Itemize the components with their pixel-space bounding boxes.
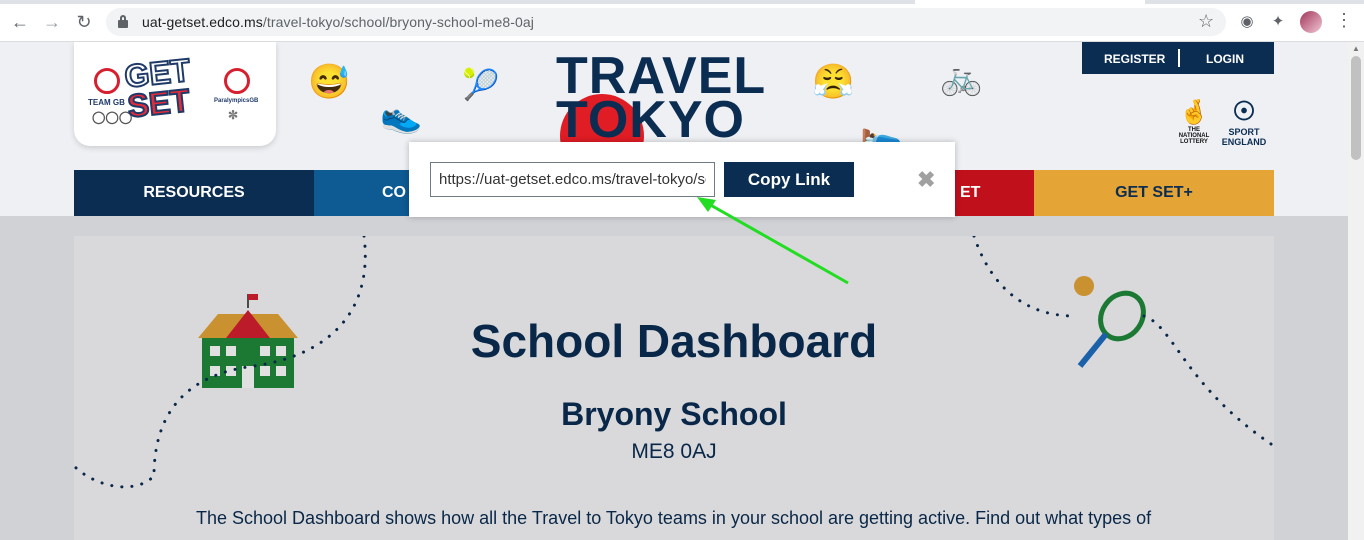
auth-divider: [1178, 49, 1180, 67]
camera-icon[interactable]: ◉: [1237, 12, 1257, 30]
share-link-input[interactable]: [430, 162, 715, 197]
lock-icon[interactable]: [118, 15, 128, 28]
address-text[interactable]: uat-getset.edco.ms/travel-tokyo/school/b…: [142, 14, 534, 30]
nav-item-get-set-plus[interactable]: GET SET+: [1034, 170, 1274, 216]
nav-item-resources[interactable]: RESOURCES: [74, 170, 314, 216]
olympic-rings-icon: ◯◯◯: [92, 110, 133, 124]
active-tab-edge: [915, 0, 1145, 4]
sport-england-label: SPORT ENGLAND: [1221, 127, 1267, 147]
team-gb-lion-icon: [94, 68, 120, 94]
back-icon[interactable]: ←: [10, 12, 30, 32]
menu-kebab-icon[interactable]: ⋮: [1335, 10, 1353, 31]
trainers-icon: 👟: [380, 97, 423, 135]
national-lottery-label: THE NATIONAL LOTTERY: [1178, 127, 1210, 145]
reload-icon[interactable]: ↻: [74, 12, 94, 32]
set-word: SET: [125, 81, 193, 125]
copy-link-button[interactable]: Copy Link: [724, 162, 854, 197]
sport-england-emblem-icon: ☉: [1232, 96, 1256, 126]
paralympics-lion-icon: [224, 68, 250, 94]
extensions-icon[interactable]: ✦: [1268, 12, 1288, 30]
agitos-icon: ✼: [228, 108, 239, 122]
login-link[interactable]: LOGIN: [1206, 52, 1244, 66]
register-link[interactable]: REGISTER: [1104, 52, 1165, 66]
puffing-emoji-icon: 😤: [812, 63, 855, 101]
page-viewport: TEAM GB ◯◯◯ GET SET ParalympicsGB ✼ 😅 👟 🎾…: [0, 42, 1364, 540]
paralympics-gb-label: ParalympicsGB: [214, 98, 259, 104]
forward-icon[interactable]: →: [42, 12, 62, 32]
sweating-emoji-icon: 😅: [308, 63, 351, 101]
tokyo-word: TOKYO: [556, 91, 745, 149]
sport-england-logo: ☉ SPORT ENGLAND: [1218, 96, 1270, 147]
browser-toolbar: ← → ↻ uat-getset.edco.ms/travel-tokyo/sc…: [0, 0, 1364, 42]
address-bar[interactable]: uat-getset.edco.ms/travel-tokyo/school/b…: [106, 8, 1226, 36]
page-scrollbar[interactable]: ▲: [1348, 42, 1364, 540]
national-lottery-logo: 🤞 THE NATIONAL LOTTERY: [1174, 98, 1214, 145]
team-gb-label: TEAM GB: [88, 98, 125, 107]
bicycle-icon: 🚲: [940, 59, 983, 97]
scrollbar-thumb[interactable]: [1351, 56, 1361, 160]
close-icon[interactable]: ✖: [917, 167, 935, 193]
bookmark-star-icon[interactable]: ☆: [1198, 11, 1214, 32]
profile-avatar[interactable]: [1300, 11, 1322, 33]
tab-strip: [0, 0, 1364, 4]
get-set-wordmark: GET SET: [122, 51, 195, 126]
scroll-up-icon[interactable]: ▲: [1352, 44, 1360, 53]
url-host: uat-getset.edco.ms: [142, 14, 263, 30]
share-link-modal: Copy Link ✖: [409, 142, 955, 217]
get-set-logo-card[interactable]: TEAM GB ◯◯◯ GET SET ParalympicsGB ✼: [74, 42, 276, 146]
url-path: /travel-tokyo/school/bryony-school-me8-0…: [262, 14, 534, 30]
travel-tokyo-logo[interactable]: TRAVEL TOKYO: [556, 50, 766, 146]
auth-bar: REGISTER LOGIN: [1082, 42, 1274, 74]
tennis-icon: 🎾: [462, 69, 500, 102]
crossed-fingers-icon: 🤞: [1179, 99, 1209, 126]
modal-backdrop[interactable]: [0, 216, 1348, 540]
